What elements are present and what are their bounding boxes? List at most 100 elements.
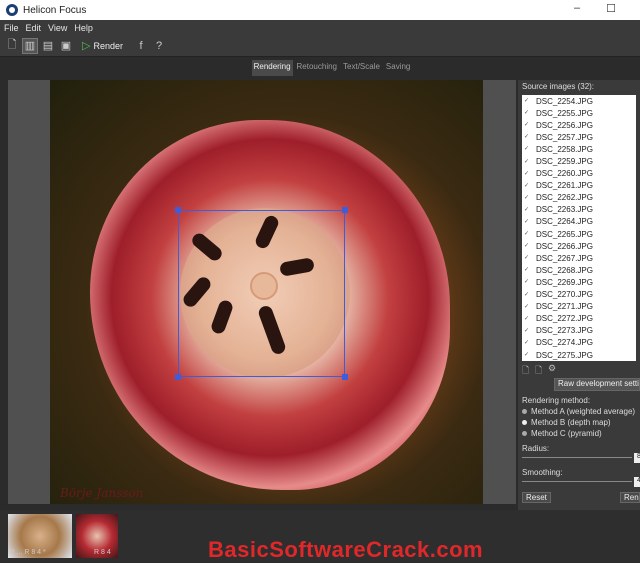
method-a-radio[interactable]: Method A (weighted average) — [522, 407, 635, 416]
checkbox-icon[interactable]: ✓ — [524, 304, 530, 310]
source-image-item[interactable]: ✓ DSC_2269.JPG — [522, 276, 636, 288]
facebook-icon[interactable]: f — [133, 38, 149, 54]
add-files-icon[interactable]: 🗋 — [522, 363, 532, 375]
checkbox-icon[interactable]: ✓ — [524, 243, 530, 249]
selection-handle[interactable] — [342, 374, 348, 380]
source-image-name: DSC_2254.JPG — [536, 96, 593, 106]
radius-label: Radius: — [522, 444, 550, 453]
window-title: Helicon Focus — [23, 4, 87, 16]
settings-icon[interactable]: ⚙ — [548, 363, 558, 373]
watermark-text: BasicSoftwareCrack.com — [208, 537, 484, 562]
checkbox-icon[interactable]: ✓ — [524, 340, 530, 346]
source-image-name: DSC_2274.JPG — [536, 338, 593, 348]
source-image-item[interactable]: ✓ DSC_2259.JPG — [522, 155, 636, 167]
radius-slider[interactable]: 8 — [522, 453, 640, 463]
menu-edit[interactable]: Edit — [26, 23, 42, 33]
smoothing-slider[interactable]: 4 — [522, 477, 640, 487]
source-image-item[interactable]: ✓ DSC_2262.JPG — [522, 192, 636, 204]
tab-retouching[interactable]: Retouching — [295, 60, 339, 76]
list-tools: 🗋 🗋 ⚙ — [522, 363, 561, 375]
checkbox-icon[interactable]: ✓ — [524, 231, 530, 237]
source-image-name: DSC_2258.JPG — [536, 144, 593, 154]
source-image-item[interactable]: ✓ DSC_2268.JPG — [522, 264, 636, 276]
checkbox-icon[interactable]: ✓ — [524, 159, 530, 165]
source-image-item[interactable]: ✓ DSC_2260.JPG — [522, 168, 636, 180]
source-image-item[interactable]: ✓ DSC_2264.JPG — [522, 216, 636, 228]
checkbox-icon[interactable]: ✓ — [524, 219, 530, 225]
source-image-item[interactable]: ✓ DSC_2261.JPG — [522, 180, 636, 192]
checkbox-icon[interactable]: ✓ — [524, 122, 530, 128]
maximize-button[interactable]: ☐ — [604, 2, 618, 16]
checkbox-icon[interactable]: ✓ — [524, 267, 530, 273]
new-file-icon[interactable]: 🗋 — [4, 38, 20, 54]
source-image-name: DSC_2263.JPG — [536, 205, 593, 215]
source-image-name: DSC_2256.JPG — [536, 120, 593, 130]
checkbox-icon[interactable]: ✓ — [524, 292, 530, 298]
image-viewer[interactable]: Börje Jansson — [8, 80, 516, 504]
source-image-item[interactable]: ✓ DSC_2265.JPG — [522, 228, 636, 240]
menu-view[interactable]: View — [48, 23, 67, 33]
source-image-item[interactable]: ✓ DSC_2275.JPG — [522, 349, 636, 361]
checkbox-icon[interactable]: ✓ — [524, 146, 530, 152]
selection-box[interactable] — [178, 210, 345, 377]
checkbox-icon[interactable]: ✓ — [524, 316, 530, 322]
smoothing-value[interactable]: 4 — [634, 477, 640, 487]
checkbox-icon[interactable]: ✓ — [524, 171, 530, 177]
selection-handle[interactable] — [175, 374, 181, 380]
split-vertical-icon[interactable]: ▥ — [22, 37, 38, 54]
method-b-radio[interactable]: Method B (depth map) — [522, 418, 611, 427]
menu-file[interactable]: File — [4, 23, 19, 33]
checkbox-icon[interactable]: ✓ — [524, 352, 530, 358]
source-image-item[interactable]: ✓ DSC_2274.JPG — [522, 337, 636, 349]
selection-handle[interactable] — [175, 207, 181, 213]
rendering-method-label: Rendering method: — [522, 396, 591, 405]
menu-help[interactable]: Help — [74, 23, 93, 33]
source-image-name: DSC_2269.JPG — [536, 277, 593, 287]
menu-bar: File Edit View Help — [0, 20, 640, 35]
source-image-item[interactable]: ✓ DSC_2258.JPG — [522, 143, 636, 155]
source-image-item[interactable]: ✓ DSC_2263.JPG — [522, 204, 636, 216]
minimize-button[interactable]: – — [570, 2, 584, 16]
snapshot-icon[interactable]: ▣ — [58, 38, 74, 54]
source-image-name: DSC_2264.JPG — [536, 217, 593, 227]
source-image-name: DSC_2266.JPG — [536, 241, 593, 251]
source-image-item[interactable]: ✓ DSC_2270.JPG — [522, 289, 636, 301]
render-button[interactable]: ▷ Render — [82, 39, 123, 52]
help-icon[interactable]: ? — [151, 38, 167, 54]
checkbox-icon[interactable]: ✓ — [524, 110, 530, 116]
checkbox-icon[interactable]: ✓ — [524, 279, 530, 285]
tab-rendering[interactable]: Rendering — [251, 60, 293, 76]
split-horizontal-icon[interactable]: ▤ — [40, 38, 56, 54]
render-label: Render — [93, 40, 123, 51]
checkbox-icon[interactable]: ✓ — [524, 134, 530, 140]
source-image-item[interactable]: ✓ DSC_2272.JPG — [522, 313, 636, 325]
source-image-item[interactable]: ✓ DSC_2257.JPG — [522, 131, 636, 143]
source-image-item[interactable]: ✓ DSC_2271.JPG — [522, 301, 636, 313]
source-image-item[interactable]: ✓ DSC_2266.JPG — [522, 240, 636, 252]
source-image-item[interactable]: ✓ DSC_2256.JPG — [522, 119, 636, 131]
checkbox-icon[interactable]: ✓ — [524, 255, 530, 261]
checkbox-icon[interactable]: ✓ — [524, 328, 530, 334]
source-image-item[interactable]: ✓ DSC_2267.JPG — [522, 252, 636, 264]
source-image-list[interactable]: ✓ DSC_2254.JPG ✓ DSC_2255.JPG ✓ DSC_2256.JPG ✓… — [522, 95, 636, 361]
raw-development-button[interactable]: Raw development settings — [554, 378, 640, 391]
checkbox-icon[interactable]: ✓ — [524, 207, 530, 213]
remove-files-icon[interactable]: 🗋 — [535, 363, 545, 375]
tab-text-scale[interactable]: Text/Scale — [341, 60, 382, 76]
method-c-radio[interactable]: Method C (pyramid) — [522, 429, 602, 438]
source-image-item[interactable]: ✓ DSC_2255.JPG — [522, 107, 636, 119]
checkbox-icon[interactable]: ✓ — [524, 183, 530, 189]
source-image-name: DSC_2265.JPG — [536, 229, 593, 239]
photo-signature: Börje Jansson — [60, 486, 144, 500]
reset-button[interactable]: Reset — [522, 492, 551, 503]
checkbox-icon[interactable]: ✓ — [524, 98, 530, 104]
radius-value[interactable]: 8 — [634, 453, 640, 463]
tab-saving[interactable]: Saving — [384, 60, 412, 76]
selection-handle[interactable] — [342, 207, 348, 213]
source-image-item[interactable]: ✓ DSC_2273.JPG — [522, 325, 636, 337]
checkbox-icon[interactable]: ✓ — [524, 195, 530, 201]
source-image-name: DSC_2255.JPG — [536, 108, 593, 118]
source-image-item[interactable]: ✓ DSC_2254.JPG — [522, 95, 636, 107]
render-panel-button[interactable]: Render — [620, 492, 640, 503]
source-image-name: DSC_2270.JPG — [536, 290, 593, 300]
